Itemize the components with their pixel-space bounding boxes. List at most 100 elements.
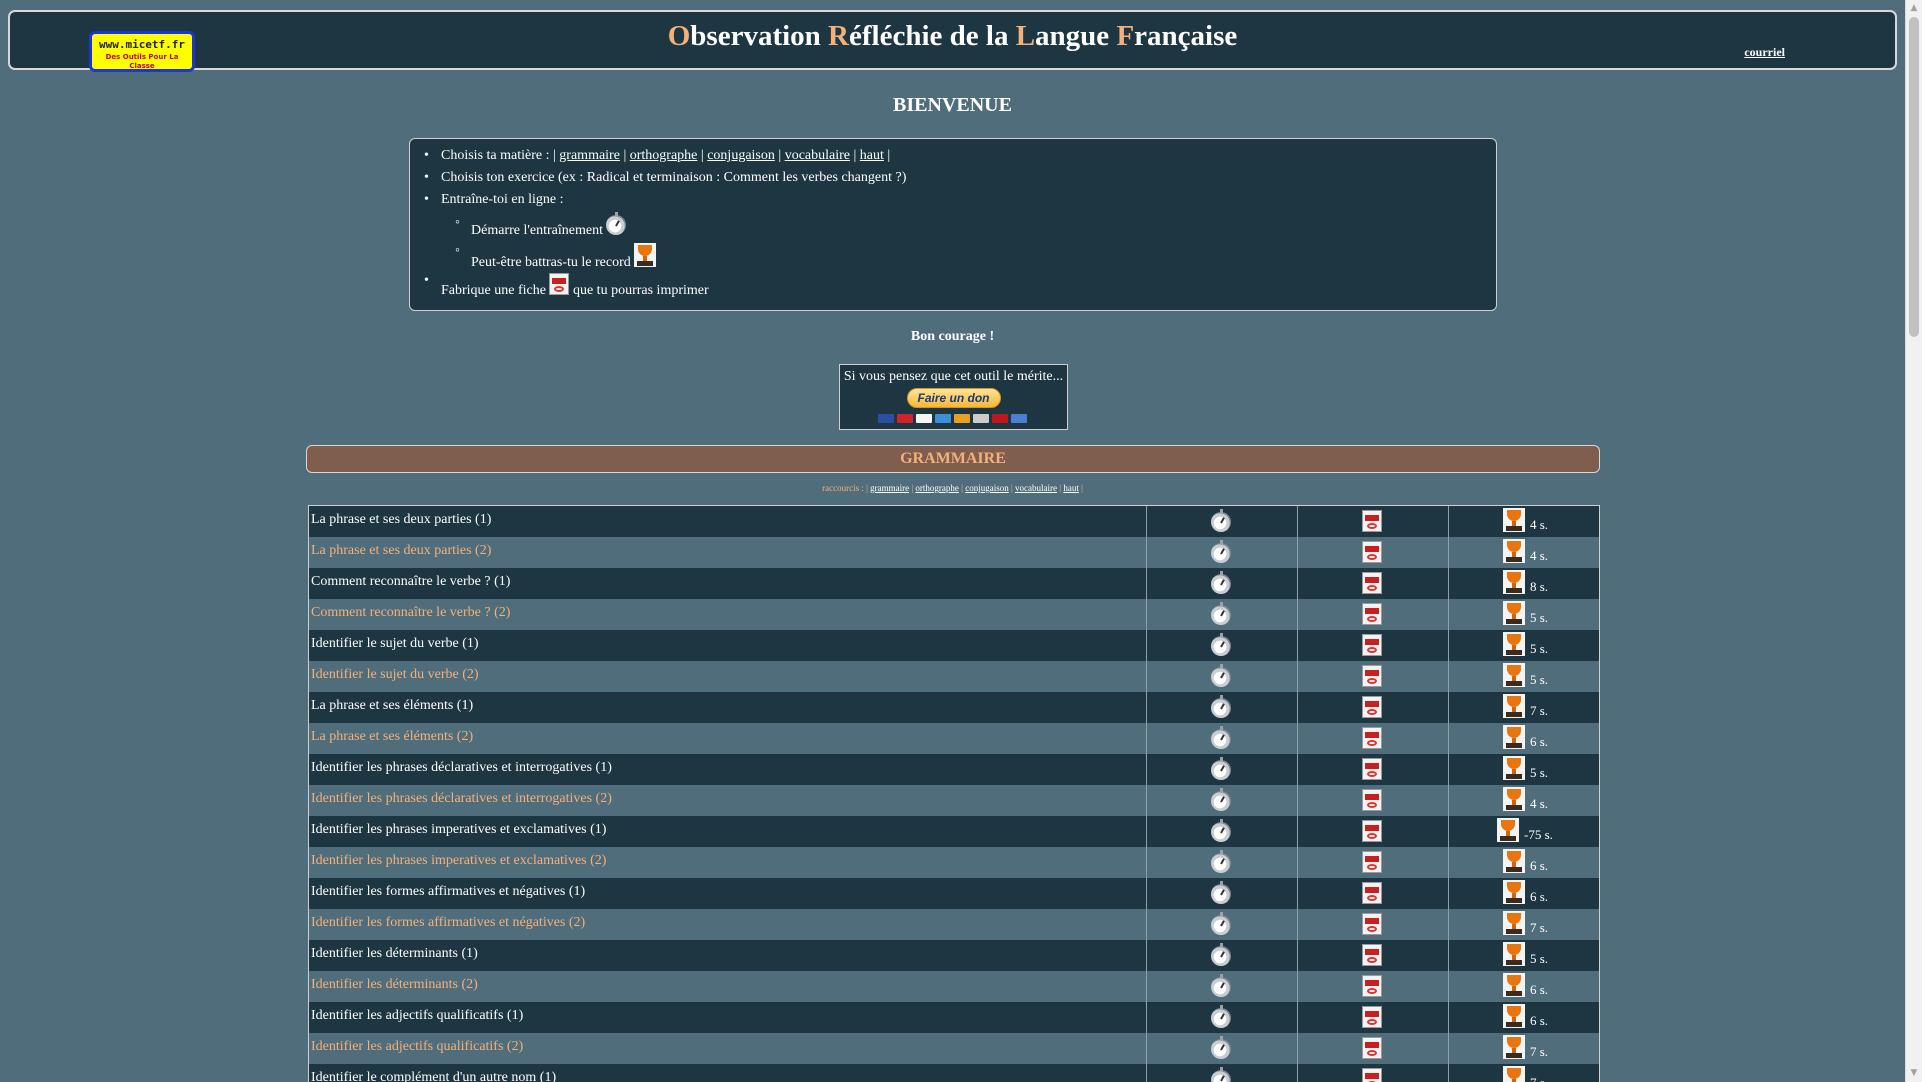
- trophy-icon[interactable]: [1503, 1004, 1525, 1028]
- stopwatch-icon[interactable]: [1211, 819, 1231, 842]
- stopwatch-icon[interactable]: [1211, 571, 1231, 594]
- pdf-icon[interactable]: [1362, 727, 1382, 749]
- exercise-title-link[interactable]: Identifier les adjectifs qualificatifs (…: [311, 1039, 523, 1055]
- stopwatch-icon[interactable]: [1211, 1067, 1231, 1082]
- trophy-icon[interactable]: [1503, 787, 1525, 811]
- stopwatch-icon[interactable]: [1211, 912, 1231, 935]
- intro-link-orthographe[interactable]: orthographe: [630, 148, 698, 163]
- stopwatch-icon[interactable]: [1211, 788, 1231, 811]
- scrollbar-thumb[interactable]: [1909, 17, 1919, 337]
- donate-message: Si vous pensez que cet outil le mérite..…: [843, 369, 1064, 384]
- stopwatch-icon[interactable]: [1211, 509, 1231, 532]
- start-training-cell: [1146, 847, 1297, 878]
- bullet-icon: •: [424, 192, 429, 207]
- pdf-icon[interactable]: [1362, 975, 1382, 997]
- pdf-icon[interactable]: [1362, 1068, 1382, 1082]
- exercise-title-link[interactable]: Identifier les phrases imperatives et ex…: [311, 822, 606, 838]
- vertical-scrollbar[interactable]: ▲ ▼: [1905, 0, 1922, 1082]
- pdf-icon[interactable]: [1362, 820, 1382, 842]
- trophy-icon[interactable]: [1503, 539, 1525, 563]
- pdf-icon[interactable]: [1362, 510, 1382, 532]
- exercise-row: Comment reconnaître le verbe ? (2) 5 s.: [309, 599, 1599, 630]
- pdf-icon[interactable]: [1362, 913, 1382, 935]
- trophy-icon[interactable]: [1503, 973, 1525, 997]
- intro-link-vocabulaire[interactable]: vocabulaire: [785, 148, 850, 163]
- exercise-title-link[interactable]: La phrase et ses deux parties (1): [311, 512, 491, 528]
- pdf-icon[interactable]: [1362, 789, 1382, 811]
- pdf-icon[interactable]: [1362, 1006, 1382, 1028]
- pdf-icon[interactable]: [1362, 634, 1382, 656]
- trophy-icon[interactable]: [1503, 942, 1525, 966]
- trophy-icon[interactable]: [1503, 849, 1525, 873]
- scroll-down-arrow-icon[interactable]: ▼: [1906, 1065, 1922, 1082]
- exercise-title-link[interactable]: La phrase et ses deux parties (2): [311, 543, 491, 559]
- exercise-title-link[interactable]: Comment reconnaître le verbe ? (2): [311, 605, 510, 621]
- intro-link-haut[interactable]: haut: [860, 148, 884, 163]
- stopwatch-icon[interactable]: [1211, 974, 1231, 997]
- donate-button[interactable]: Faire un don: [906, 388, 1001, 408]
- pdf-icon[interactable]: [1362, 851, 1382, 873]
- exercise-title-link[interactable]: Identifier les adjectifs qualificatifs (…: [311, 1008, 523, 1024]
- pdf-icon[interactable]: [1362, 572, 1382, 594]
- record-time: 7 s.: [1530, 920, 1549, 935]
- shortcut-link-orthographe[interactable]: orthographe: [915, 483, 958, 493]
- stopwatch-icon[interactable]: [1211, 633, 1231, 656]
- exercise-title-link[interactable]: Identifier les phrases déclaratives et i…: [311, 760, 612, 776]
- trophy-icon[interactable]: [1503, 632, 1525, 656]
- exercise-title-link[interactable]: La phrase et ses éléments (2): [311, 729, 473, 745]
- shortcut-link-conjugaison[interactable]: conjugaison: [965, 483, 1009, 493]
- pdf-icon[interactable]: [1362, 758, 1382, 780]
- exercise-title-link[interactable]: Comment reconnaître le verbe ? (1): [311, 574, 510, 590]
- trophy-icon[interactable]: [1503, 1066, 1525, 1082]
- pdf-icon[interactable]: [1362, 665, 1382, 687]
- exercise-title-link[interactable]: La phrase et ses éléments (1): [311, 698, 473, 714]
- stopwatch-icon[interactable]: [1211, 850, 1231, 873]
- trophy-icon[interactable]: [1503, 880, 1525, 904]
- trophy-icon[interactable]: [1503, 663, 1525, 687]
- trophy-icon[interactable]: [1503, 911, 1525, 935]
- stopwatch-icon[interactable]: [1211, 695, 1231, 718]
- pdf-icon[interactable]: [1362, 541, 1382, 563]
- trophy-icon[interactable]: [1503, 694, 1525, 718]
- pdf-icon[interactable]: [1362, 603, 1382, 625]
- trophy-icon[interactable]: [1503, 725, 1525, 749]
- exercise-title-link[interactable]: Identifier le sujet du verbe (1): [311, 636, 479, 652]
- stopwatch-icon[interactable]: [1211, 1005, 1231, 1028]
- stopwatch-icon[interactable]: [1211, 1036, 1231, 1059]
- trophy-icon[interactable]: [1503, 1035, 1525, 1059]
- exercise-title-link[interactable]: Identifier les formes affirmatives et né…: [311, 915, 585, 931]
- stopwatch-icon[interactable]: [1211, 757, 1231, 780]
- pdf-icon[interactable]: [1362, 882, 1382, 904]
- exercise-title-link[interactable]: Identifier les phrases déclaratives et i…: [311, 791, 612, 807]
- intro-link-grammaire[interactable]: grammaire: [559, 148, 620, 163]
- intro-link-conjugaison[interactable]: conjugaison: [707, 148, 775, 163]
- trophy-icon[interactable]: [1503, 570, 1525, 594]
- pdf-icon[interactable]: [1362, 696, 1382, 718]
- shortcut-link-haut[interactable]: haut: [1063, 483, 1079, 493]
- exercise-title-link[interactable]: Identifier les formes affirmatives et né…: [311, 884, 585, 900]
- payment-card-icon: [1011, 414, 1027, 423]
- stopwatch-icon[interactable]: [1211, 602, 1231, 625]
- scroll-up-arrow-icon[interactable]: ▲: [1906, 0, 1922, 17]
- record-cell: 6 s.: [1448, 878, 1599, 909]
- shortcut-link-grammaire[interactable]: grammaire: [870, 483, 909, 493]
- exercise-title-link[interactable]: Identifier les phrases imperatives et ex…: [311, 853, 606, 869]
- exercise-title-link[interactable]: Identifier les déterminants (1): [311, 946, 478, 962]
- shortcut-link-vocabulaire[interactable]: vocabulaire: [1015, 483, 1057, 493]
- trophy-icon[interactable]: [1503, 601, 1525, 625]
- courriel-link[interactable]: courriel: [1744, 45, 1785, 60]
- exercise-title-link[interactable]: Identifier le complément d'un autre nom …: [311, 1070, 556, 1082]
- trophy-icon[interactable]: [1503, 756, 1525, 780]
- exercise-title-link[interactable]: Identifier les déterminants (2): [311, 977, 478, 993]
- pdf-icon[interactable]: [1362, 1037, 1382, 1059]
- pdf-icon[interactable]: [1362, 944, 1382, 966]
- trophy-icon[interactable]: [1497, 818, 1519, 842]
- stopwatch-icon[interactable]: [1211, 664, 1231, 687]
- stopwatch-icon[interactable]: [1211, 943, 1231, 966]
- stopwatch-icon[interactable]: [1211, 881, 1231, 904]
- stopwatch-icon[interactable]: [1211, 540, 1231, 563]
- stopwatch-icon[interactable]: [1211, 726, 1231, 749]
- trophy-icon[interactable]: [1503, 508, 1525, 532]
- exercise-title-link[interactable]: Identifier le sujet du verbe (2): [311, 667, 479, 683]
- exercise-row: Identifier les déterminants (2) 6 s.: [309, 971, 1599, 1002]
